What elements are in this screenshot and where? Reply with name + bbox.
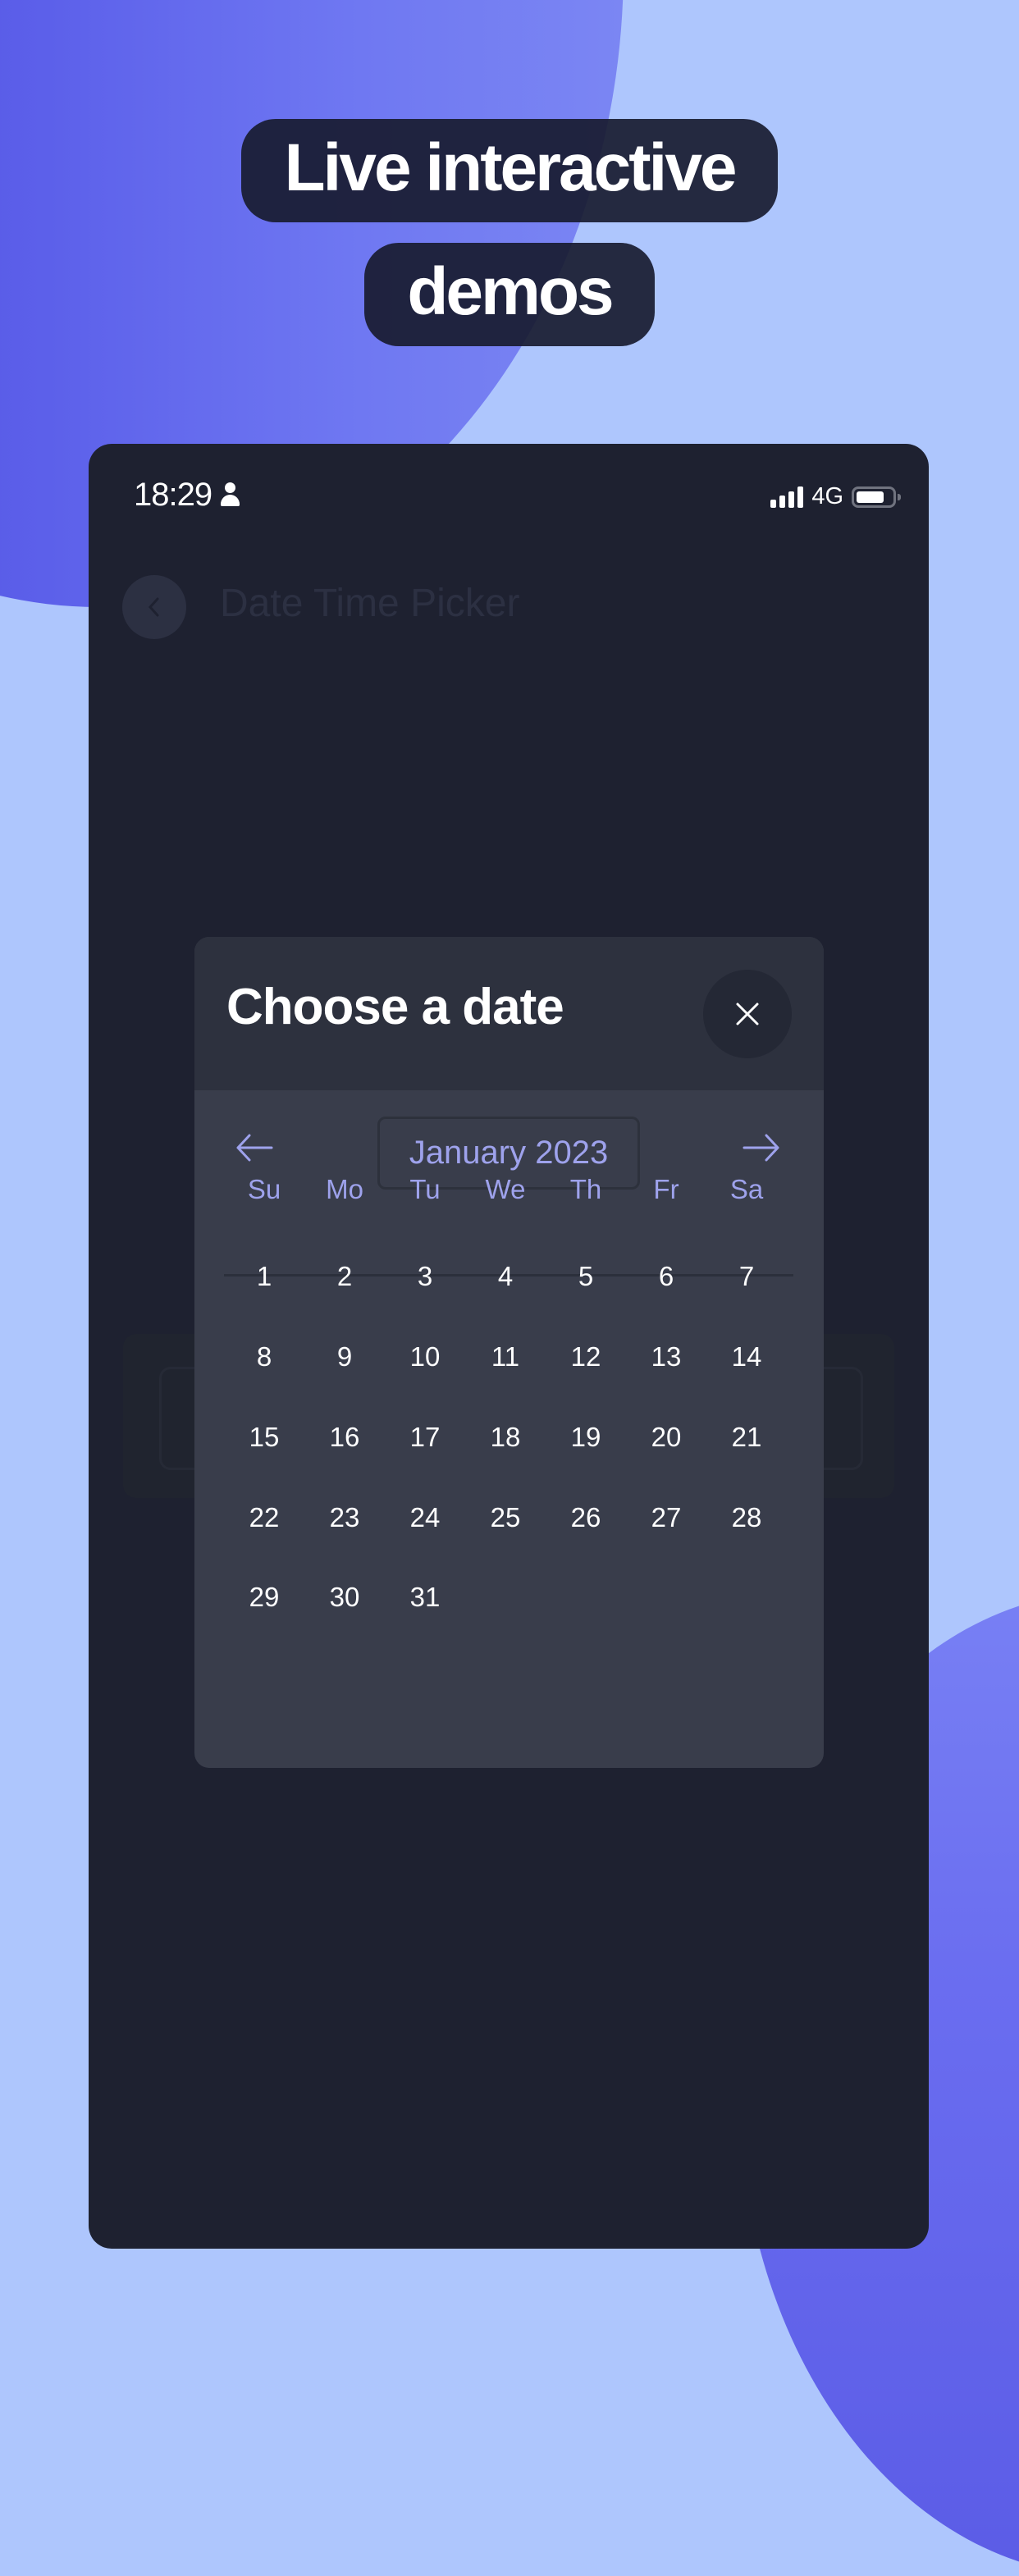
day-cell[interactable]: 30 [308, 1582, 382, 1613]
day-cell[interactable]: 8 [227, 1341, 301, 1372]
day-cell[interactable]: 29 [227, 1582, 301, 1613]
day-cell[interactable]: 9 [308, 1341, 382, 1372]
day-cell[interactable]: 14 [710, 1341, 784, 1372]
modal-title: Choose a date [226, 979, 564, 1035]
weekday-label: Mo [326, 1174, 363, 1204]
weekday-label: We [485, 1174, 526, 1204]
next-month-button[interactable] [741, 1127, 782, 1168]
day-cell[interactable]: 5 [549, 1261, 623, 1292]
day-cell[interactable]: 17 [388, 1422, 462, 1453]
battery-icon [852, 486, 901, 508]
modal-header: Choose a date [194, 937, 824, 1090]
arrow-left-icon [236, 1134, 273, 1162]
promo-headline-line-1: Live interactive [0, 119, 1019, 222]
day-cell[interactable]: 22 [227, 1502, 301, 1533]
weekday-label: Sa [729, 1174, 764, 1204]
day-cell[interactable]: 2 [308, 1261, 382, 1292]
arrow-right-icon [743, 1134, 779, 1162]
day-cell[interactable]: 12 [549, 1341, 623, 1372]
date-picker-modal: Choose a date January 2023 Su Mo Tu We Th Fr S… [194, 937, 824, 1768]
status-time: 18:29 [134, 477, 212, 513]
close-button[interactable] [703, 970, 792, 1058]
page-title: Date Time Picker [220, 582, 520, 625]
phone-screen: 18:29 4G Date Time Picker Choose a date [89, 444, 929, 2249]
day-cell[interactable]: 11 [468, 1341, 542, 1372]
person-icon [220, 482, 240, 507]
day-cell[interactable]: 18 [468, 1422, 542, 1453]
day-cell[interactable]: 27 [629, 1502, 703, 1533]
close-icon [736, 1003, 759, 1025]
day-cell[interactable]: 24 [388, 1502, 462, 1533]
promo-headline-line-2: demos [0, 243, 1019, 346]
back-button[interactable] [122, 575, 186, 639]
day-cell[interactable]: 1 [227, 1261, 301, 1292]
day-cell[interactable]: 28 [710, 1502, 784, 1533]
day-cell[interactable]: 25 [468, 1502, 542, 1533]
day-cell[interactable]: 4 [468, 1261, 542, 1292]
day-cell[interactable]: 13 [629, 1341, 703, 1372]
headline-pill: demos [364, 243, 655, 346]
day-cell[interactable]: 21 [710, 1422, 784, 1453]
day-cell[interactable]: 26 [549, 1502, 623, 1533]
day-cell[interactable]: 7 [710, 1261, 784, 1292]
day-cell[interactable]: 31 [388, 1582, 462, 1613]
signal-icon [770, 486, 804, 508]
day-cell[interactable]: 16 [308, 1422, 382, 1453]
day-cell[interactable]: 19 [549, 1422, 623, 1453]
day-cell[interactable]: 6 [629, 1261, 703, 1292]
day-cell[interactable]: 23 [308, 1502, 382, 1533]
weekday-label: Tu [409, 1174, 441, 1204]
network-type: 4G [811, 483, 843, 509]
weekday-label: Su [247, 1174, 281, 1204]
weekday-label: Th [569, 1174, 602, 1204]
headline-pill: Live interactive [241, 119, 778, 222]
day-cell[interactable]: 10 [388, 1341, 462, 1372]
chevron-left-icon [148, 597, 159, 617]
previous-month-button[interactable] [234, 1127, 275, 1168]
day-cell[interactable]: 3 [388, 1261, 462, 1292]
status-bar-right: 4G [770, 483, 901, 510]
status-bar-left: 18:29 [134, 477, 240, 514]
day-cell[interactable]: 15 [227, 1422, 301, 1453]
weekday-label: Fr [653, 1174, 679, 1204]
day-cell[interactable]: 20 [629, 1422, 703, 1453]
